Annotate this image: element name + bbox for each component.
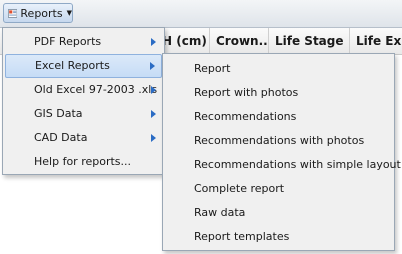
submenu-item-recommendations-simple-layout[interactable]: Recommendations with simple layout: [165, 153, 401, 177]
menu-item-gis-data[interactable]: GIS Data: [5, 102, 162, 126]
submenu-item-raw-data[interactable]: Raw data: [165, 201, 392, 225]
submenu-item-recommendations-with-photos[interactable]: Recommendations with photos: [165, 129, 392, 153]
menu-item-label: GIS Data: [34, 107, 83, 120]
menu-item-help-for-reports[interactable]: Help for reports...: [5, 150, 162, 174]
reports-button[interactable]: Reports ▼: [3, 3, 73, 23]
menu-item-cad-data[interactable]: CAD Data: [5, 126, 162, 150]
reports-button-label: Reports: [20, 6, 63, 20]
menu-item-label: Excel Reports: [35, 59, 110, 72]
submenu-item-report-templates[interactable]: Report templates: [165, 225, 392, 249]
submenu-arrow-icon: [151, 134, 156, 142]
toolbar: Reports ▼: [0, 0, 402, 28]
submenu-item-report[interactable]: Report: [165, 57, 392, 81]
submenu-arrow-icon: [151, 38, 156, 46]
menu-item-label: PDF Reports: [34, 35, 102, 48]
menu-item-label: Old Excel 97-2003 .xls: [34, 83, 158, 96]
menu-item-label: Help for reports...: [34, 155, 132, 168]
column-header-life-expectancy[interactable]: Life Expe: [350, 28, 402, 54]
column-header-crown[interactable]: Crown...: [210, 28, 269, 54]
column-header-height[interactable]: H (cm): [160, 28, 210, 54]
submenu-item-complete-report[interactable]: Complete report: [165, 177, 392, 201]
submenu-item-report-with-photos[interactable]: Report with photos: [165, 81, 392, 105]
menu-item-pdf-reports[interactable]: PDF Reports: [5, 30, 162, 54]
submenu-arrow-icon: [150, 62, 155, 70]
menu-item-excel-reports[interactable]: Excel Reports: [5, 54, 162, 78]
excel-reports-submenu: Report Report with photos Recommendation…: [162, 53, 401, 251]
submenu-arrow-icon: [151, 110, 156, 118]
column-header-life-stage[interactable]: Life Stage: [269, 28, 350, 54]
caret-down-icon: ▼: [66, 9, 72, 17]
submenu-item-recommendations[interactable]: Recommendations: [165, 105, 392, 129]
menu-item-label: CAD Data: [34, 131, 88, 144]
report-icon: [8, 8, 18, 18]
menu-item-old-excel[interactable]: Old Excel 97-2003 .xls: [5, 78, 162, 102]
reports-menu: PDF Reports Excel Reports Old Excel 97-2…: [2, 27, 165, 175]
submenu-arrow-icon: [151, 86, 156, 94]
